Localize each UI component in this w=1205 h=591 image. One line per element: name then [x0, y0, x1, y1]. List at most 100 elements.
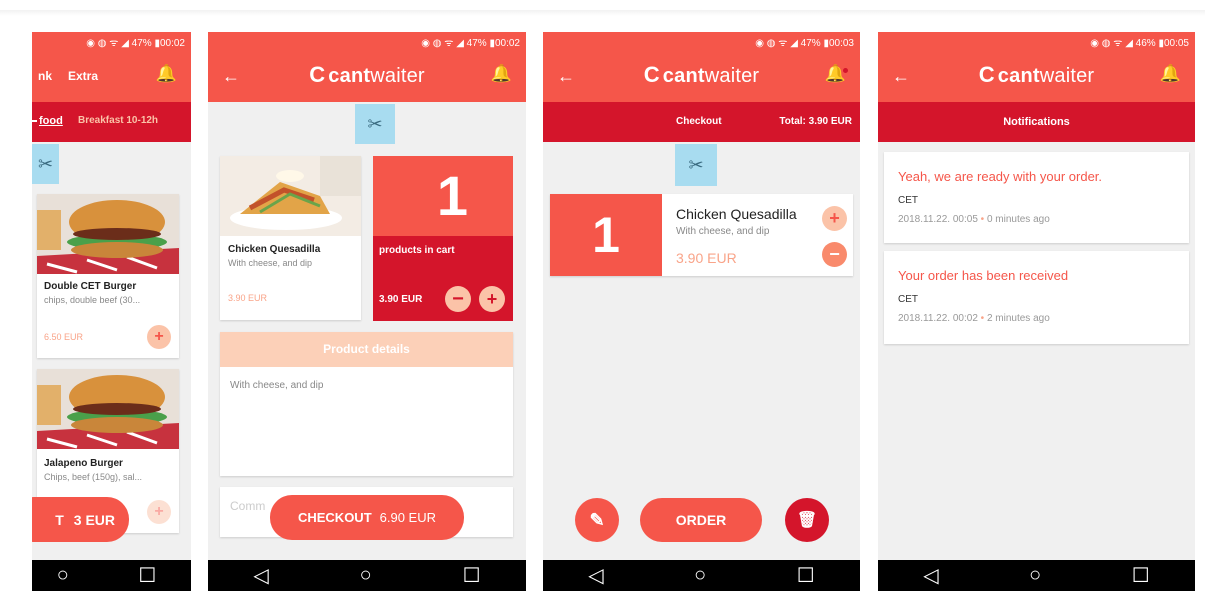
phone-menu-screen: ◉ ◍ ᯤ ◢ 47% ▮00:02 nk Extra 🔔 food Break… — [32, 32, 191, 591]
product-desc: With cheese, and dip — [228, 258, 313, 268]
android-nav-bar: ◁ ○ ☐ — [878, 560, 1195, 591]
category-bar: food Breakfast 10-12h — [32, 102, 191, 142]
item-quantity: 1 — [550, 194, 662, 276]
cart-total: Total: 3.90 EUR — [779, 116, 852, 127]
notification-card[interactable]: Your order has been received CET 2018.11… — [884, 251, 1189, 344]
item-name: Double CET Burger — [44, 281, 137, 292]
cart-label: products in cart — [379, 245, 455, 256]
notification-sender: CET — [898, 195, 918, 206]
quesadilla-image — [220, 156, 361, 236]
android-nav-bar: ◁ ○ ☐ — [208, 560, 526, 591]
cart-summary: 1 products in cart 3.90 EUR − + — [373, 156, 513, 321]
recent-nav-icon[interactable]: ☐ — [463, 563, 481, 588]
status-text: ◉ ◍ ᯤ ◢ 47% ▮00:02 — [421, 38, 520, 49]
category-breakfast[interactable]: Breakfast 10-12h — [78, 115, 158, 126]
app-bar: nk Extra 🔔 — [32, 52, 191, 102]
product-details-panel: Product details With cheese, and dip — [220, 332, 513, 476]
app-bar: ← Ccantwaiter 🔔 — [543, 52, 860, 102]
phone-notifications-screen: ◉ ◍ ᯤ ◢ 46% ▮00:05 ← Ccantwaiter 🔔 Notif… — [878, 32, 1195, 591]
cart-item-name: Chicken Quesadilla — [676, 206, 797, 222]
checkout-bar: Checkout Total: 3.90 EUR — [543, 102, 860, 142]
recent-nav-icon[interactable]: ☐ — [797, 563, 815, 588]
status-text: ◉ ◍ ᯤ ◢ 47% ▮00:03 — [755, 38, 854, 49]
notification-dot — [843, 68, 848, 73]
status-bar: ◉ ◍ ᯤ ◢ 47% ▮00:02 — [208, 32, 526, 52]
home-nav-icon[interactable]: ○ — [57, 564, 69, 587]
android-nav-bar: ○ ☐ — [32, 560, 191, 591]
app-logo: Ccantwaiter — [309, 62, 425, 87]
cart-item-price: 3.90 EUR — [676, 250, 737, 266]
menu-item-card[interactable]: Double CET Burger chips, double beef (30… — [37, 194, 179, 358]
item-name: Jalapeno Burger — [44, 458, 123, 469]
notification-time: 2018.11.22. 00:02 • 2 minutes ago — [898, 313, 1050, 324]
status-bar: ◉ ◍ ᯤ ◢ 46% ▮00:05 — [878, 32, 1195, 52]
android-nav-bar: ◁ ○ ☐ — [543, 560, 860, 591]
plus-icon[interactable]: + — [479, 286, 505, 312]
home-nav-icon[interactable]: ○ — [1029, 564, 1041, 587]
back-nav-icon[interactable]: ◁ — [588, 563, 603, 588]
top-divider — [0, 10, 1205, 16]
back-nav-icon[interactable]: ◁ — [253, 563, 268, 588]
burger-image — [37, 369, 179, 449]
bell-icon[interactable]: 🔔 — [491, 64, 512, 84]
minus-icon[interactable]: − — [822, 242, 847, 267]
notification-card[interactable]: Yeah, we are ready with your order. CET … — [884, 152, 1189, 243]
plus-icon[interactable]: + — [822, 206, 847, 231]
comment-placeholder: Comm — [230, 499, 266, 513]
item-desc: chips, double beef (30... — [44, 295, 141, 305]
add-icon[interactable]: + — [147, 500, 171, 524]
tab-drink[interactable]: nk — [38, 69, 52, 83]
product-price: 3.90 EUR — [228, 293, 268, 303]
checkout-label: T — [55, 511, 64, 528]
checkout-price: 3 EUR — [73, 511, 115, 528]
phone-detail-screen: ◉ ◍ ᯤ ◢ 47% ▮00:02 ← Ccantwaiter 🔔 ✂ Chi… — [208, 32, 526, 591]
tab-extra[interactable]: Extra — [68, 69, 98, 83]
cart-item-desc: With cheese, and dip — [676, 226, 770, 237]
details-header: Product details — [220, 332, 513, 367]
status-bar: ◉ ◍ ᯤ ◢ 47% ▮00:03 — [543, 32, 860, 52]
item-price: 6.50 EUR — [44, 332, 84, 342]
app-logo: Ccantwaiter — [643, 62, 760, 87]
burger-image — [37, 194, 179, 274]
recent-nav-icon[interactable]: ☐ — [1132, 563, 1150, 588]
status-bar: ◉ ◍ ᯤ ◢ 47% ▮00:02 — [32, 32, 191, 52]
app-logo: Ccantwaiter — [978, 62, 1095, 87]
edit-icon[interactable]: ✎ — [575, 498, 619, 542]
category-food[interactable]: food — [32, 115, 63, 127]
checkout-label: CHECKOUT — [297, 510, 372, 525]
bell-icon[interactable]: 🔔 — [825, 64, 848, 84]
cart-item[interactable]: 1 Chicken Quesadilla With cheese, and di… — [550, 194, 853, 276]
app-bar: ← Ccantwaiter 🔔 — [208, 52, 526, 102]
recent-nav-icon[interactable]: ☐ — [138, 563, 156, 588]
bell-icon[interactable]: 🔔 — [156, 64, 177, 84]
checkout-total: 6.90 EUR — [379, 510, 437, 525]
minus-icon[interactable]: − — [445, 286, 471, 312]
fish-icon: ✂ — [675, 144, 717, 186]
status-text: ◉ ◍ ᯤ ◢ 46% ▮00:05 — [1090, 38, 1189, 49]
bell-icon[interactable]: 🔔 — [1160, 64, 1181, 84]
notifications-title: Notifications — [878, 102, 1195, 142]
product-name: Chicken Quesadilla — [228, 244, 321, 255]
fish-icon: ✂ — [32, 144, 59, 184]
item-desc: Chips, beef (150g), sal... — [44, 472, 143, 482]
cart-price: 3.90 EUR — [379, 294, 423, 305]
notification-time: 2018.11.22. 00:05 • 0 minutes ago — [898, 214, 1050, 225]
home-nav-icon[interactable]: ○ — [694, 564, 706, 587]
checkout-button[interactable]: CHECKOUT 6.90 EUR — [270, 495, 464, 540]
trash-icon[interactable]: 🗑 — [785, 498, 829, 542]
app-bar: ← Ccantwaiter 🔔 — [878, 52, 1195, 102]
checkout-button[interactable]: T 3 EUR — [32, 497, 129, 542]
phone-cart-screen: ◉ ◍ ᯤ ◢ 47% ▮00:03 ← Ccantwaiter 🔔 Check… — [543, 32, 860, 591]
notification-text: Yeah, we are ready with your order. — [898, 169, 1103, 184]
product-card[interactable]: Chicken Quesadilla With cheese, and dip … — [220, 156, 361, 320]
details-text: With cheese, and dip — [230, 380, 324, 391]
status-text: ◉ ◍ ᯤ ◢ 47% ▮00:02 — [86, 38, 185, 49]
fish-icon: ✂ — [355, 104, 395, 144]
tab-checkout[interactable]: Checkout — [676, 116, 722, 127]
add-icon[interactable]: + — [147, 325, 171, 349]
order-button[interactable]: ORDER — [640, 498, 762, 542]
notification-text: Your order has been received — [898, 268, 1069, 283]
notification-sender: CET — [898, 294, 918, 305]
back-nav-icon[interactable]: ◁ — [923, 563, 938, 588]
home-nav-icon[interactable]: ○ — [360, 564, 372, 587]
